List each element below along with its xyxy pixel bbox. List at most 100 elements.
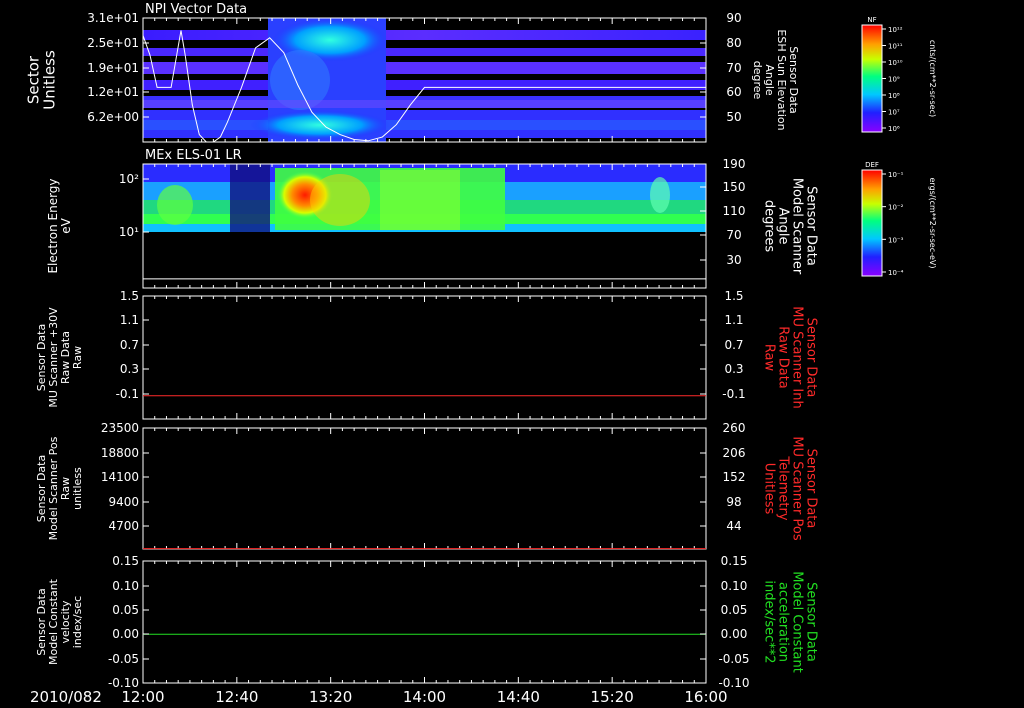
y-axis-label-right: MU Scanner Inh	[790, 306, 805, 409]
panel1-spectrogram	[143, 18, 706, 142]
time-tick-label: 12:40	[215, 688, 258, 706]
y-tick-label-right: 206	[723, 446, 746, 460]
colorbar-tick-label: 10⁻³	[888, 236, 904, 244]
y-tick-label-left: -0.1	[116, 387, 139, 401]
date-label: 2010/082	[30, 688, 102, 706]
y-axis-label-left: index/sec	[71, 596, 84, 648]
y-tick-label-right: 50	[726, 110, 741, 124]
y-tick-label-right: 150	[723, 180, 746, 194]
y-axis-label-left: unitless	[71, 467, 84, 510]
colorbar-unit-label: ergs/(cm**2-sr-sec-eV)	[928, 177, 937, 268]
y-tick-label-left: 0.3	[120, 362, 139, 376]
y-tick-label-left: 6.2e+00	[87, 110, 139, 124]
time-tick-label: 16:00	[684, 688, 727, 706]
y-axis-label-right: Sensor Data	[804, 582, 819, 662]
panel5-panel: 0.150.100.050.00-0.05-0.100.150.100.050.…	[35, 554, 819, 690]
y-tick-label-left: -0.05	[108, 652, 139, 666]
colorbar-tick-label: 10⁻⁴	[888, 269, 904, 277]
y-tick-label-right: 70	[726, 61, 741, 75]
y-tick-label-left: 23500	[101, 421, 139, 435]
colorbar-tick-label: 10⁸	[888, 92, 900, 100]
time-tick-label: 12:00	[121, 688, 164, 706]
y-tick-label-left: 18800	[101, 446, 139, 460]
y-axis-label-right: Model Scanner	[790, 178, 805, 275]
y-tick-label-left: 9400	[108, 495, 139, 509]
panel3-frame	[142, 295, 707, 420]
panel4-frame	[142, 427, 707, 550]
colorbar-tick-label: 10⁻²	[888, 204, 904, 212]
plot-window: NPI Vector Data 3.1e+01 2.5e+01 1.9e+01 1.2e…	[0, 0, 1024, 708]
y-tick-label-right: 0.10	[721, 579, 748, 593]
colorbar-swatch	[861, 24, 883, 133]
time-axis: 12:00 12:40 13:20 14:00 14:40 15:20 16:00 2010/…	[30, 688, 728, 706]
y-tick-label-left: 0.10	[112, 579, 139, 593]
y-tick-label-left: 0.05	[112, 603, 139, 617]
y-tick-label-right: 90	[726, 11, 741, 25]
colorbar-swatch	[861, 169, 883, 277]
y-axis-label-right: Sensor Data	[804, 449, 819, 529]
y-axis-label-right: Telemetry	[776, 455, 791, 520]
panel2-title: MEx ELS-01 LR	[145, 148, 242, 163]
y-axis-label-left: eV	[59, 217, 73, 233]
y-tick-label-left: 3.1e+01	[87, 11, 139, 25]
y-tick-label-left: 14100	[101, 470, 139, 484]
time-tick-label: 14:40	[497, 688, 540, 706]
y-axis-label-left: Raw	[71, 346, 84, 369]
y-tick-label-right: 70	[726, 228, 741, 242]
panel4-panel: 23500 18800 14100 9400 4700 260 206 152 98 44 Sens…	[35, 421, 819, 550]
y-tick-label-left: 0.7	[120, 338, 139, 352]
y-tick-label-left: 0.00	[112, 627, 139, 641]
colorbar-tick-label: 10¹¹	[888, 43, 903, 51]
colorbar-tick-label: 10⁷	[888, 109, 900, 117]
y-tick-label-left: 10²	[119, 172, 139, 186]
stacked-time-series-plot: NPI Vector Data 3.1e+01 2.5e+01 1.9e+01 1.2e…	[25, 2, 938, 706]
y-tick-label-right: 60	[726, 85, 741, 99]
y-tick-label-right: 0.3	[724, 362, 743, 376]
y-axis-label-right: index/sec**2	[762, 580, 777, 663]
y-tick-label-right: 80	[726, 36, 741, 50]
y-tick-label-right: 0.15	[721, 554, 748, 568]
panel2-spectrogram	[143, 164, 706, 288]
colorbar-tick-label: 10¹⁰	[888, 59, 903, 67]
y-axis-label-right: Angle	[776, 208, 791, 245]
y-axis-label-right: Unitless	[762, 463, 777, 515]
y-axis-label-right: Model Constant	[790, 571, 805, 673]
y-tick-label-left: 0.15	[112, 554, 139, 568]
y-axis-label-left: Unitless	[41, 50, 59, 110]
y-tick-label-right: 1.5	[724, 289, 743, 303]
time-tick-label: 15:20	[591, 688, 634, 706]
y-tick-label-left: 1.1	[120, 313, 139, 327]
y-tick-label-right: 0.7	[724, 338, 743, 352]
y-axis-label-left: Electron Energy	[46, 178, 60, 273]
y-tick-label-right: 0.05	[721, 603, 748, 617]
colorbar-label: DEF	[865, 161, 879, 169]
panel3-panel: 1.5 1.1 0.7 0.3 -0.1 1.5 1.1 0.7 0.3 -0.1 Sensor D…	[35, 289, 819, 420]
y-tick-label-right: 0.00	[721, 627, 748, 641]
panel1-title: NPI Vector Data	[145, 2, 247, 17]
panel1-colorbar: NF 10¹² 10¹¹ 10¹⁰ 10⁹ 10⁸ 10⁷ 10⁶ cnts/(cm**2-sr…	[861, 16, 937, 133]
colorbar-tick-label: 10¹²	[888, 26, 903, 34]
y-tick-label-right: 152	[723, 470, 746, 484]
y-tick-label-left: 1.9e+01	[87, 61, 139, 75]
y-tick-label-right: -0.1	[722, 387, 745, 401]
colorbar-unit-label: cnts/(cm**2-sr-sec)	[928, 40, 937, 117]
y-tick-label-right: -0.05	[718, 652, 749, 666]
y-axis-label-right: acceleration	[776, 582, 791, 662]
colorbar-tick-label: 10⁶	[888, 125, 900, 133]
y-axis-label-right: Sensor Data	[804, 318, 819, 398]
y-tick-label-left: 10¹	[119, 225, 139, 239]
time-tick-label: 13:20	[309, 688, 352, 706]
time-tick-label: 14:00	[403, 688, 446, 706]
y-tick-label-right: 30	[726, 253, 741, 267]
y-axis-label-right: Sensor Data	[804, 186, 819, 266]
y-tick-label-right: 260	[723, 421, 746, 435]
y-axis-label-right: MU Scanner Pos	[790, 436, 805, 541]
y-tick-label-right: 1.1	[724, 313, 743, 327]
y-tick-label-right: 190	[723, 157, 746, 171]
panel2-colorbar: DEF 10⁻¹ 10⁻² 10⁻³ 10⁻⁴ ergs/(cm**2-sr-sec-eV…	[861, 161, 937, 277]
y-axis-label-right: Raw Data	[776, 326, 791, 389]
y-tick-label-right: 98	[726, 495, 741, 509]
y-tick-label-right: 110	[723, 204, 746, 218]
y-tick-label-left: 1.5	[120, 289, 139, 303]
panel5-frame	[142, 560, 707, 684]
